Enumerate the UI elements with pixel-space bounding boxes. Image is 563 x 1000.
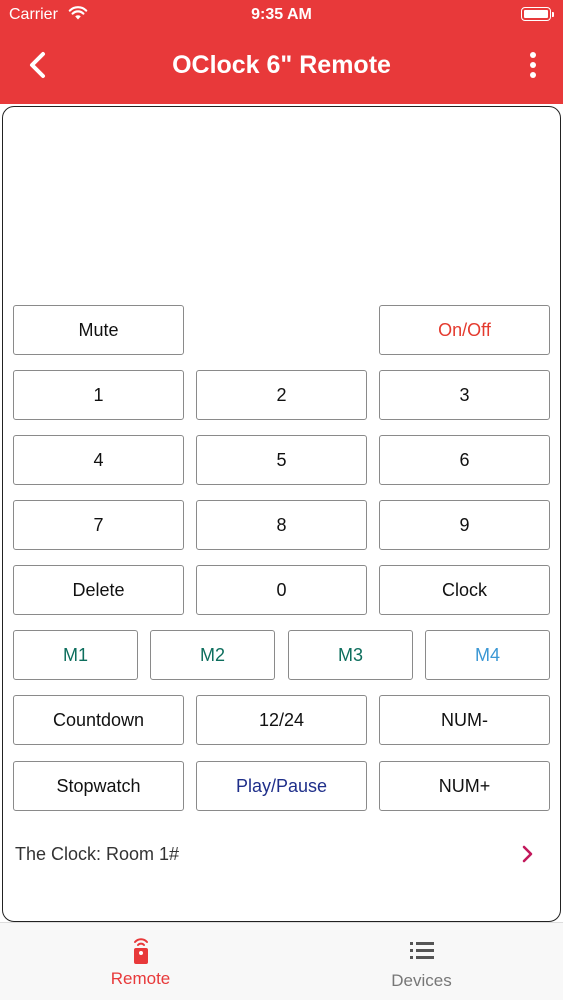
status-bar: Carrier 9:35 AM [0,0,563,30]
digit-0-button[interactable]: 0 [196,565,367,615]
num-minus-button[interactable]: NUM- [379,695,550,745]
clock-button[interactable]: Clock [379,565,550,615]
tab-devices[interactable]: Devices [281,923,562,1000]
digit-8-button[interactable]: 8 [196,500,367,550]
digit-4-button[interactable]: 4 [13,435,184,485]
tab-devices-label: Devices [391,971,452,990]
mute-button[interactable]: Mute [13,305,184,355]
digit-3-button[interactable]: 3 [379,370,550,420]
memory-m3-button[interactable]: M3 [288,630,413,680]
tab-remote[interactable]: Remote [0,923,281,1000]
page-title: OClock 6" Remote [172,51,391,79]
chevron-right-icon[interactable] [518,841,538,867]
stopwatch-button[interactable]: Stopwatch [13,761,184,811]
play-pause-button[interactable]: Play/Pause [196,761,367,811]
clock-time: 9:35 AM [251,6,312,23]
digit-7-button[interactable]: 7 [13,500,184,550]
digit-6-button[interactable]: 6 [379,435,550,485]
memory-m4-button[interactable]: M4 [425,630,550,680]
digit-9-button[interactable]: 9 [379,500,550,550]
countdown-button[interactable]: Countdown [13,695,184,745]
digit-1-button[interactable]: 1 [13,370,184,420]
main-content: Mute On/Off 1 2 3 4 5 6 7 8 9 Delete 0 C… [0,104,563,1000]
delete-button[interactable]: Delete [13,565,184,615]
num-plus-button[interactable]: NUM+ [379,761,550,811]
battery-icon [521,7,554,21]
remote-panel: Mute On/Off 1 2 3 4 5 6 7 8 9 Delete 0 C… [2,106,561,922]
hour-format-button[interactable]: 12/24 [196,695,367,745]
remote-icon [133,938,148,964]
memory-m1-button[interactable]: M1 [13,630,138,680]
list-icon [409,942,434,959]
digit-2-button[interactable]: 2 [196,370,367,420]
more-menu-icon[interactable] [523,52,543,80]
digit-5-button[interactable]: 5 [196,435,367,485]
power-button[interactable]: On/Off [379,305,550,355]
memory-m2-button[interactable]: M2 [150,630,275,680]
device-name: The Clock: Room 1# [15,844,180,864]
tab-remote-label: Remote [110,969,171,988]
device-selector[interactable]: The Clock: Room 1# [15,841,548,871]
tab-bar: Remote Devices [0,922,563,1000]
header: Carrier 9:35 AM OClock 6" Remote [0,0,563,104]
